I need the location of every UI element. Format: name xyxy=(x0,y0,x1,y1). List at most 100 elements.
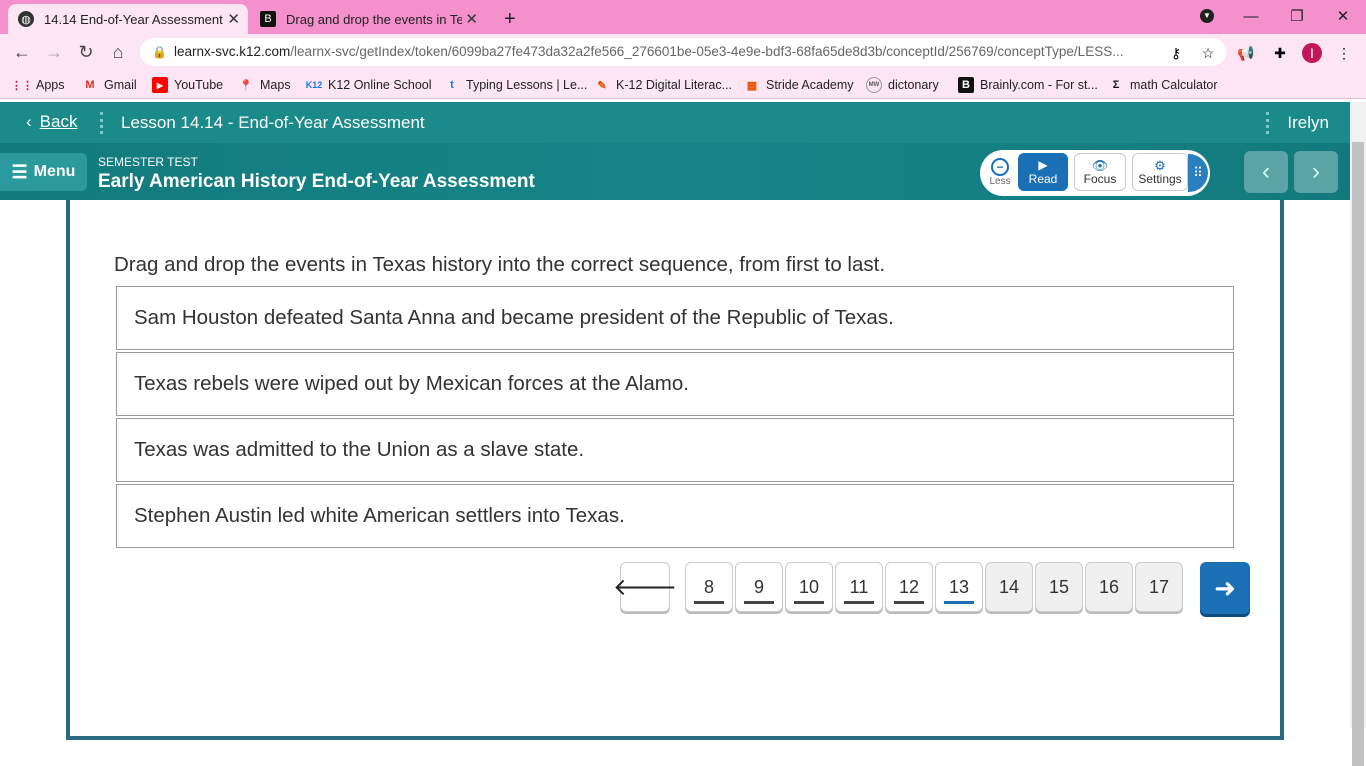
bookmark-typing[interactable]: t Typing Lessons | Le... xyxy=(444,75,587,95)
browser-tab-brainly[interactable]: B Drag and drop the events in Texa ✕ xyxy=(250,4,486,34)
pencil-icon: ✎ xyxy=(597,79,607,92)
focus-button[interactable]: 👁 Focus xyxy=(1074,153,1126,191)
star-icon[interactable]: ☆ xyxy=(1198,43,1218,63)
draggable-item[interactable]: Sam Houston defeated Santa Anna and beca… xyxy=(116,286,1234,350)
tab-title: 14.14 End-of-Year Assessment xyxy=(44,11,223,27)
divider xyxy=(100,112,103,134)
minimize-button[interactable]: — xyxy=(1228,0,1274,32)
close-icon[interactable]: ✕ xyxy=(227,10,240,28)
avatar-initial: I xyxy=(1310,45,1314,61)
home-button[interactable]: ⌂ xyxy=(106,40,130,64)
stride-grid-icon: ▦ xyxy=(746,79,758,92)
mw-icon: MW xyxy=(866,77,882,93)
bookmark-brainly[interactable]: B Brainly.com - For st... xyxy=(958,75,1098,95)
arrow-right-icon: ➜ xyxy=(1214,572,1236,603)
grid-menu-icon[interactable]: ⠿ xyxy=(1188,154,1208,192)
course-title: Early American History End-of-Year Asses… xyxy=(98,171,535,192)
page-button-current[interactable]: 13 xyxy=(935,562,983,612)
less-label: Less xyxy=(989,175,1011,187)
bookmark-k12[interactable]: K12 K12 Online School xyxy=(306,75,432,95)
reload-button[interactable]: ↻ xyxy=(74,40,98,64)
youtube-icon: ▶ xyxy=(152,77,168,93)
brainly-icon: B xyxy=(958,77,974,93)
eye-icon: 👁 xyxy=(1091,157,1109,173)
bookmark-label: Brainly.com - For st... xyxy=(980,78,1098,92)
settings-button[interactable]: ⚙ Settings xyxy=(1132,153,1188,191)
restore-button[interactable]: ❐ xyxy=(1274,0,1320,32)
page-number: 11 xyxy=(849,576,869,597)
reload-icon: ↻ xyxy=(78,41,94,62)
read-button[interactable]: ▶ Read xyxy=(1018,153,1068,191)
draggable-item[interactable]: Texas was admitted to the Union as a sla… xyxy=(116,418,1234,482)
url-path: /learnx-svc/getIndex/token/6099ba27fe473… xyxy=(290,44,1124,59)
back-nav-button[interactable]: ← xyxy=(10,40,34,64)
bookmark-label: Maps xyxy=(260,78,291,92)
next-question-button[interactable]: ➜ xyxy=(1200,562,1250,614)
new-tab-button[interactable]: + xyxy=(494,4,524,34)
page-button[interactable]: 16 xyxy=(1085,562,1133,612)
key-icon[interactable]: ⚷ xyxy=(1166,43,1186,63)
restore-icon: ❐ xyxy=(1290,8,1304,25)
answered-indicator xyxy=(744,601,774,604)
prev-activity-button[interactable]: ‹ xyxy=(1244,151,1288,193)
page-button[interactable]: 15 xyxy=(1035,562,1083,612)
page-button[interactable]: 9 xyxy=(735,562,783,612)
page-button[interactable]: 14 xyxy=(985,562,1033,612)
scrollbar-thumb[interactable] xyxy=(1352,142,1364,766)
forward-nav-button[interactable]: → xyxy=(42,40,66,64)
puzzle-icon[interactable]: ✚ xyxy=(1270,43,1290,63)
url-bar[interactable]: 🔒 learnx-svc.k12.com/learnx-svc/getIndex… xyxy=(140,38,1226,66)
page-number: 17 xyxy=(1148,576,1170,597)
bookmark-label: K-12 Digital Literac... xyxy=(616,78,733,92)
bookmark-gmail[interactable]: M Gmail xyxy=(82,75,136,95)
apps-grid-icon: ⋮⋮ xyxy=(11,79,33,92)
back-link[interactable]: ‹ Back xyxy=(26,112,77,132)
bookmark-digital-literacy[interactable]: ✎ K-12 Digital Literac... xyxy=(594,75,732,95)
less-button[interactable]: − Less xyxy=(986,153,1014,191)
current-indicator xyxy=(944,601,974,604)
avatar[interactable]: I xyxy=(1302,43,1322,63)
megaphone-icon[interactable]: 📢 xyxy=(1236,43,1256,63)
chevron-right-icon: › xyxy=(1312,158,1320,185)
bookmark-dictionary[interactable]: MW dictonary xyxy=(866,75,939,95)
next-activity-button[interactable]: › xyxy=(1294,151,1338,193)
page-button[interactable]: 12 xyxy=(885,562,933,612)
page-button[interactable]: 8 xyxy=(685,562,733,612)
tab-search-button[interactable]: ▼ xyxy=(1184,0,1230,32)
close-icon[interactable]: ✕ xyxy=(465,10,478,28)
page-number: 8 xyxy=(703,576,714,597)
bookmark-youtube[interactable]: ▶ YouTube xyxy=(152,75,223,95)
page-button[interactable]: 10 xyxy=(785,562,833,612)
answered-indicator xyxy=(794,601,824,604)
user-name[interactable]: Irelyn xyxy=(1287,113,1329,133)
page-button[interactable]: 11 xyxy=(835,562,883,612)
minus-circle-icon: − xyxy=(991,157,1009,176)
bookmark-stride[interactable]: ▦ Stride Academy xyxy=(744,75,854,95)
browser-tab-strip: ◍ 14.14 End-of-Year Assessment ✕ B Drag … xyxy=(0,0,1366,34)
page-number: 16 xyxy=(1098,576,1120,597)
gmail-icon: M xyxy=(85,79,95,91)
bookmark-label: Apps xyxy=(36,78,65,92)
home-icon: ⌂ xyxy=(112,41,124,62)
page-button[interactable]: 17 xyxy=(1135,562,1183,612)
page-scrollbar[interactable] xyxy=(1350,102,1366,766)
browser-tab-assessment[interactable]: ◍ 14.14 End-of-Year Assessment ✕ xyxy=(8,4,248,34)
page-number: 10 xyxy=(798,576,820,597)
draggable-item[interactable]: Stephen Austin led white American settle… xyxy=(116,484,1234,548)
focus-label: Focus xyxy=(1083,171,1117,186)
bookmark-maps[interactable]: 📍 Maps xyxy=(238,75,291,95)
kebab-menu-icon[interactable]: ⋮ xyxy=(1334,43,1354,63)
previous-question-button[interactable]: 🡐 xyxy=(613,562,677,612)
bookmark-label: K12 Online School xyxy=(328,78,432,92)
draggable-item[interactable]: Texas rebels were wiped out by Mexican f… xyxy=(116,352,1234,416)
menu-button[interactable]: ☰ Menu xyxy=(0,153,87,191)
plus-icon: + xyxy=(504,7,516,30)
divider xyxy=(1266,112,1269,134)
close-window-button[interactable]: ✕ xyxy=(1320,0,1366,32)
arrow-left-icon: ← xyxy=(13,41,31,62)
brainly-icon: B xyxy=(260,11,276,27)
page-number: 13 xyxy=(948,576,970,597)
bookmark-label: dictonary xyxy=(888,78,939,92)
bookmark-math[interactable]: Σmath Calculator xyxy=(1108,75,1218,95)
bookmark-apps[interactable]: ⋮⋮ Apps xyxy=(11,75,65,95)
